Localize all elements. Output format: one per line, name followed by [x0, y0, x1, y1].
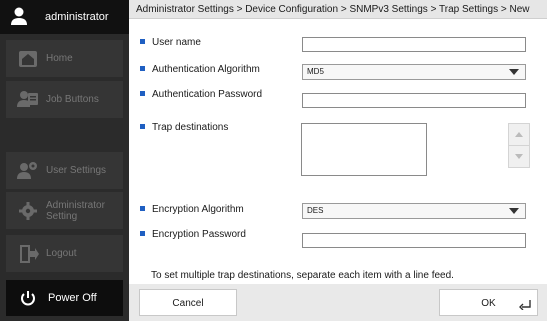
bullet-square-icon: [140, 66, 145, 71]
sidebar-item-label: Administrator Setting: [46, 200, 105, 222]
sidebar-item-label: User Settings: [46, 165, 107, 176]
chevron-down-icon: [509, 69, 519, 75]
enc-password-label: Encryption Password: [140, 229, 246, 240]
admin-label-line1: Administrator: [46, 200, 105, 211]
auth-password-text: Authentication Password: [152, 89, 263, 100]
enter-icon: [519, 300, 531, 310]
bullet-square-icon: [140, 91, 145, 96]
footer-bar: Cancel OK: [129, 284, 547, 321]
breadcrumb: Administrator Settings > Device Configur…: [129, 0, 547, 19]
arrow-down-icon: [515, 154, 523, 159]
sidebar-item-label: Home: [46, 53, 73, 64]
sidebar: administrator Home Job Buttons User Sett…: [0, 0, 129, 321]
user-name-label: administrator: [45, 11, 109, 23]
auth-algorithm-label: Authentication Algorithm: [140, 64, 260, 75]
arrow-up-icon: [515, 132, 523, 137]
help-note: To set multiple trap destinations, separ…: [151, 270, 454, 281]
sidebar-item-label: Logout: [46, 248, 77, 259]
trap-destinations-text: Trap destinations: [152, 122, 229, 133]
bullet-square-icon: [140, 206, 145, 211]
bullet-square-icon: [140, 124, 145, 129]
auth-password-label: Authentication Password: [140, 89, 262, 100]
user-settings-icon: [17, 162, 37, 179]
chevron-down-icon: [509, 208, 519, 214]
power-icon: [21, 291, 35, 306]
sidebar-item-job-buttons[interactable]: Job Buttons: [6, 81, 123, 118]
trap-destinations-textarea[interactable]: [301, 123, 427, 176]
auth-algorithm-select[interactable]: MD5: [302, 64, 526, 80]
sidebar-item-administrator-setting[interactable]: Administrator Setting: [6, 192, 123, 229]
bullet-square-icon: [140, 231, 145, 236]
user-name-input[interactable]: [302, 37, 526, 52]
admin-label-line2: Setting: [46, 211, 78, 222]
admin-gear-icon: [19, 202, 37, 220]
main-panel: Administrator Settings > Device Configur…: [129, 0, 547, 321]
sidebar-item-home[interactable]: Home: [6, 40, 123, 77]
user-name-label: User name: [140, 37, 201, 48]
enc-algorithm-value: DES: [307, 206, 324, 215]
scroll-down-button[interactable]: [508, 145, 530, 168]
cancel-label: Cancel: [172, 298, 204, 309]
home-icon: [19, 51, 37, 67]
auth-algorithm-value: MD5: [307, 67, 324, 76]
enc-algorithm-label: Encryption Algorithm: [140, 204, 244, 215]
trap-destinations-label: Trap destinations: [140, 122, 228, 133]
enc-algorithm-text: Encryption Algorithm: [152, 204, 244, 215]
sidebar-item-label: Job Buttons: [46, 94, 99, 105]
cancel-button[interactable]: Cancel: [139, 289, 237, 316]
bullet-square-icon: [140, 39, 145, 44]
user-bar: administrator: [0, 0, 129, 34]
scroll-up-button[interactable]: [508, 123, 530, 146]
enc-password-text: Encryption Password: [152, 229, 246, 240]
auth-algorithm-text: Authentication Algorithm: [152, 64, 260, 75]
job-buttons-icon: [17, 91, 38, 107]
power-off-button[interactable]: Power Off: [6, 280, 123, 316]
ok-button[interactable]: OK: [439, 289, 538, 316]
auth-password-input[interactable]: [302, 93, 526, 108]
logout-icon: [20, 245, 39, 263]
sidebar-item-logout[interactable]: Logout: [6, 235, 123, 272]
enc-algorithm-select[interactable]: DES: [302, 203, 526, 219]
user-icon: [11, 7, 27, 25]
sidebar-item-user-settings[interactable]: User Settings: [6, 152, 123, 189]
power-off-label: Power Off: [48, 292, 97, 304]
user-name-text: User name: [152, 37, 201, 48]
enc-password-input[interactable]: [302, 233, 526, 248]
